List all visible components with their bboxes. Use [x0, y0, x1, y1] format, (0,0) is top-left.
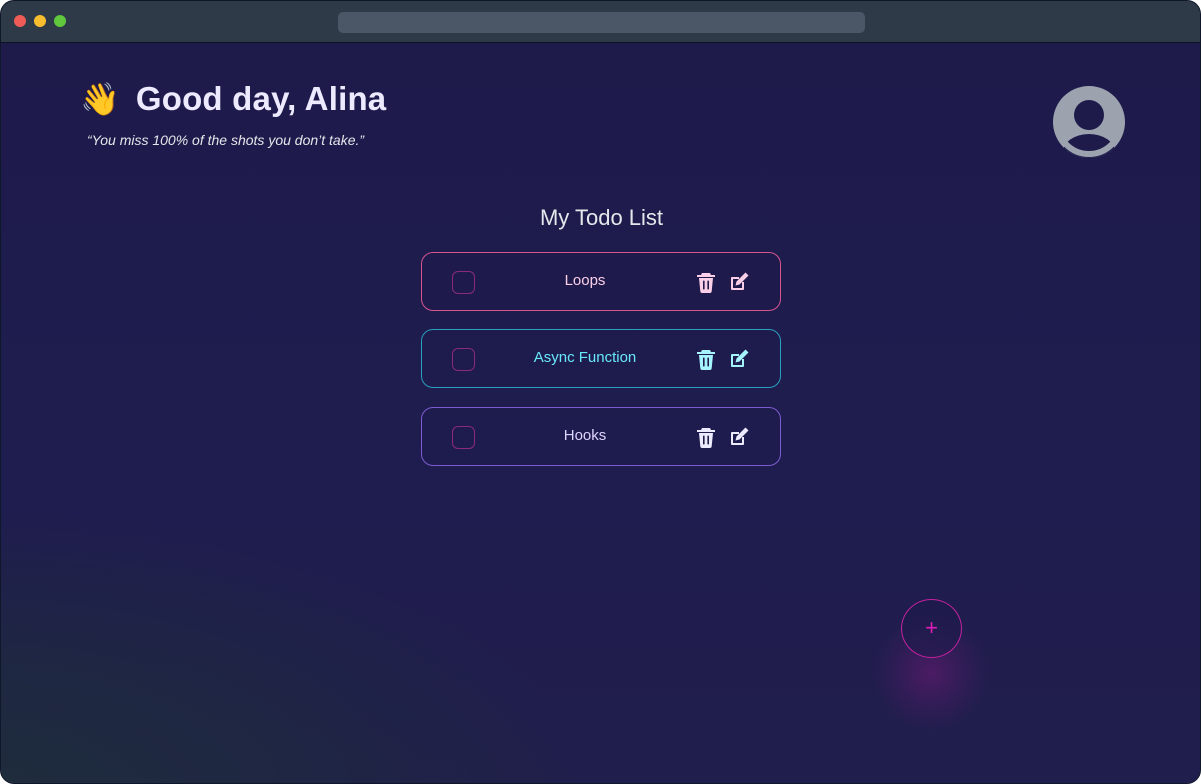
motivational-quote: “You miss 100% of the shots you don’t ta… [87, 132, 365, 148]
edit-pencil-icon[interactable] [728, 271, 750, 293]
minimize-window-button[interactable] [34, 15, 46, 27]
todo-item: Async Function [421, 329, 781, 388]
todo-item-label: Hooks [563, 427, 607, 444]
todo-app: 👋 Good day, Alina “You miss 100% of the … [1, 43, 1200, 783]
todo-item: Loops [421, 252, 781, 311]
todo-list-title: My Todo List [539, 205, 664, 230]
trash-icon[interactable] [696, 348, 716, 371]
address-bar[interactable] [338, 12, 865, 33]
close-window-button[interactable] [14, 15, 26, 27]
add-todo-button[interactable]: + [901, 599, 962, 658]
todo-item-label: Async Function [533, 349, 637, 366]
todo-item-label: Loops [564, 272, 606, 289]
title-bar [1, 1, 1200, 43]
waving-hand-icon: 👋 [80, 81, 120, 117]
todo-checkbox[interactable] [452, 271, 475, 294]
plus-icon: + [925, 615, 938, 640]
browser-window: 👋 Good day, Alina “You miss 100% of the … [0, 0, 1201, 784]
greeting-text: Good day, Alina [135, 80, 387, 117]
todo-checkbox[interactable] [452, 426, 475, 449]
trash-icon[interactable] [696, 426, 716, 449]
edit-pencil-icon[interactable] [728, 348, 750, 370]
maximize-window-button[interactable] [54, 15, 66, 27]
edit-pencil-icon[interactable] [728, 426, 750, 448]
trash-icon[interactable] [696, 271, 716, 294]
greeting-header: 👋 Good day, Alina [80, 79, 386, 119]
user-avatar-icon[interactable] [1052, 86, 1126, 158]
todo-item: Hooks [421, 407, 781, 466]
todo-checkbox[interactable] [452, 348, 475, 371]
